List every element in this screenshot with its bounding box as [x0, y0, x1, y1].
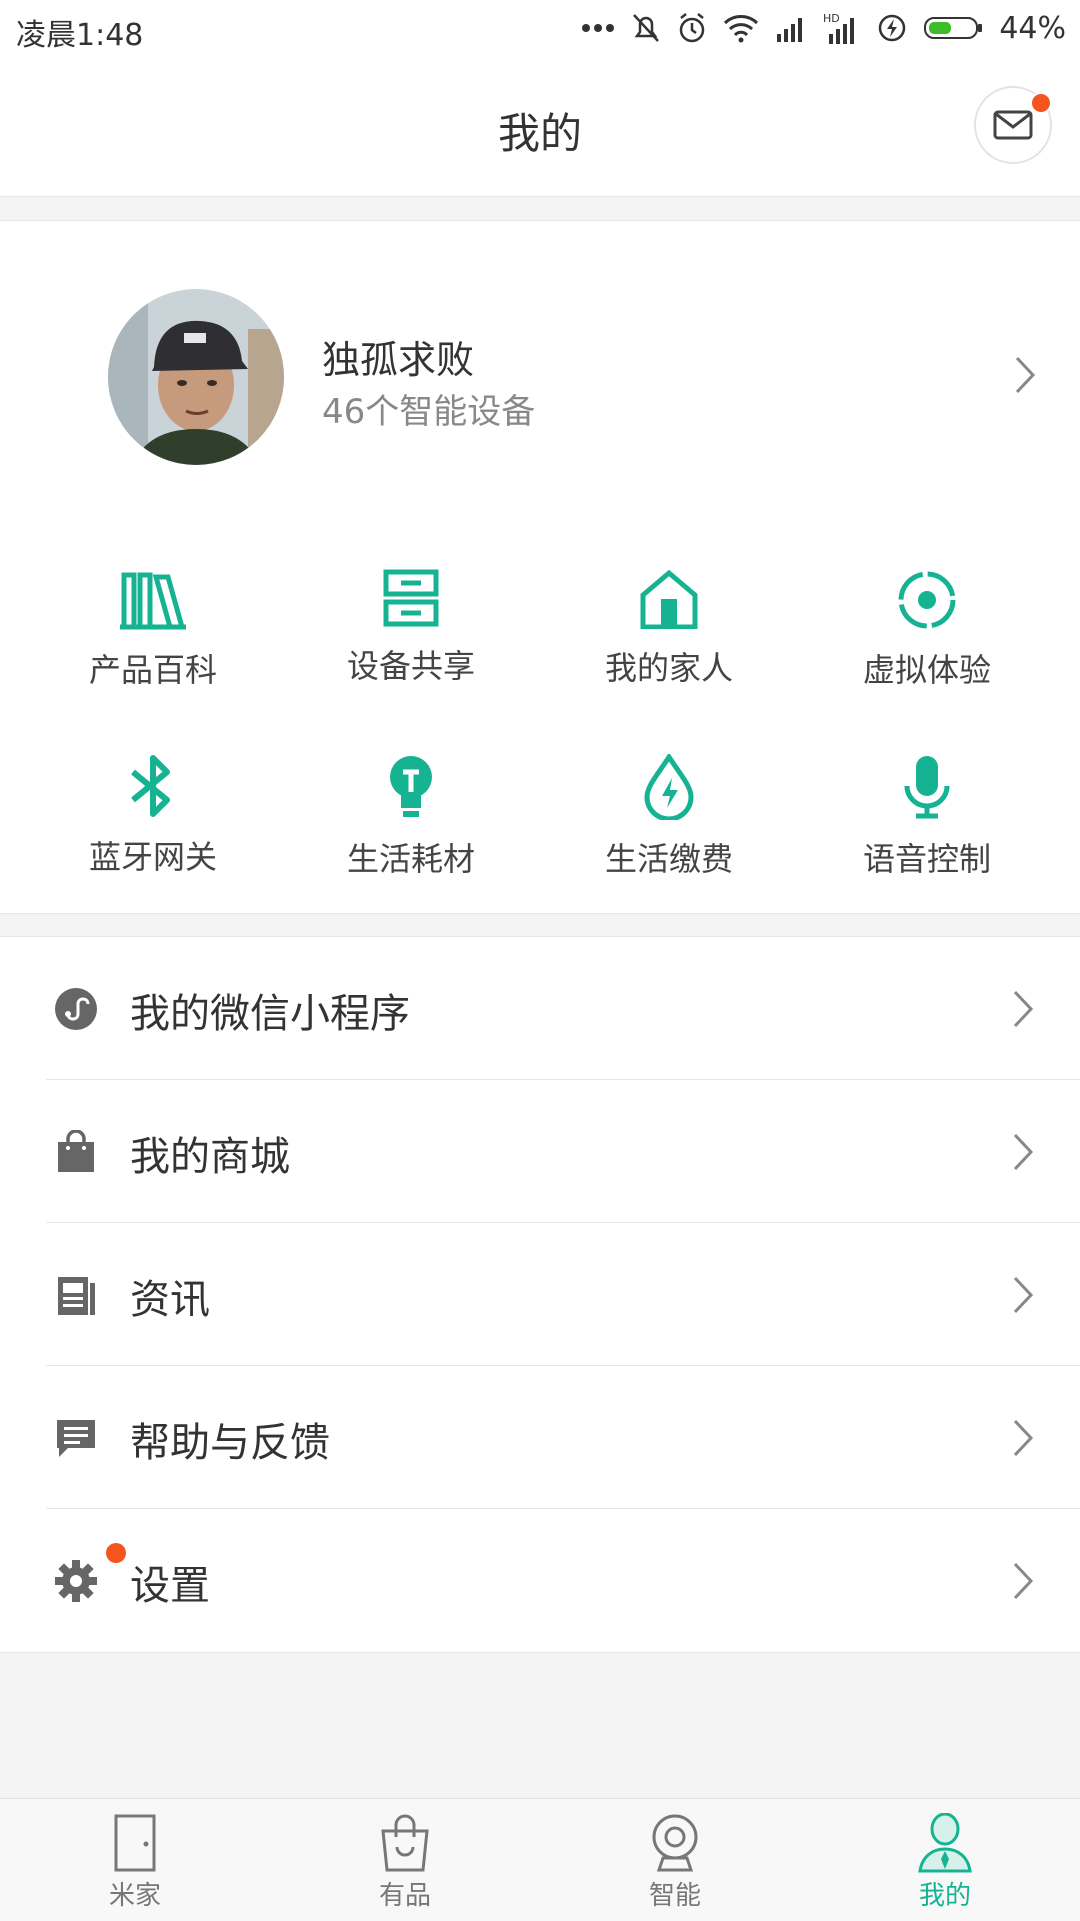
tab-label: 有品 [378, 1881, 431, 1911]
feature-grid: 产品百科 设备共享 我的家人 虚拟体验 蓝牙网关 生活耗材 生活缴费 语音控制 [0, 533, 1080, 914]
person-icon [918, 1813, 972, 1873]
tab-label: 米家 [108, 1881, 161, 1911]
menu-item-help-feedback[interactable]: 帮助与反馈 [0, 1366, 1080, 1509]
mail-icon [993, 110, 1033, 140]
tab-label: 智能 [648, 1881, 701, 1911]
camera-icon [652, 1814, 698, 1872]
status-icons: HD 44% [581, 8, 1066, 48]
notification-dot [1030, 92, 1052, 114]
target-icon [898, 571, 956, 629]
tab-smart[interactable]: 智能 [540, 1799, 810, 1921]
mic-icon [904, 756, 950, 819]
chevron-right-icon [1013, 990, 1034, 1028]
menu-item-label: 我的商城 [130, 1134, 290, 1180]
grid-item-label: 设备共享 [346, 647, 475, 685]
mini-program-icon [55, 988, 97, 1030]
avatar[interactable] [108, 289, 284, 465]
grid-item-device-share[interactable]: 设备共享 [276, 533, 546, 703]
grid-item-bluetooth-gateway[interactable]: 蓝牙网关 [18, 718, 288, 888]
messages-button[interactable] [974, 86, 1052, 164]
alarm-icon [680, 13, 705, 43]
bulb-icon [390, 756, 432, 817]
profile-card[interactable]: 独孤求败 46个智能设备 [0, 220, 1080, 534]
battery-icon [924, 17, 983, 39]
grid-item-label: 语音控制 [862, 840, 991, 878]
grid-item-virtual-experience[interactable]: 虚拟体验 [792, 533, 1062, 703]
header: 我的 [0, 58, 1080, 197]
wifi-icon [724, 15, 759, 43]
battery-percent: 44% [999, 10, 1066, 46]
drop-bolt-icon [644, 754, 694, 820]
grid-item-label: 产品百科 [88, 651, 217, 689]
chevron-right-icon [1013, 1562, 1034, 1600]
tab-mijia[interactable]: 米家 [0, 1799, 270, 1921]
status-time: 凌晨1:48 [16, 18, 144, 53]
grid-item-label: 生活缴费 [604, 840, 733, 878]
menu-item-label: 资讯 [130, 1277, 210, 1323]
svg-text:HD: HD [823, 12, 840, 25]
grid-item-label: 蓝牙网关 [88, 838, 217, 876]
house-icon [640, 569, 698, 629]
door-icon [114, 1814, 156, 1872]
grid-item-label: 生活耗材 [346, 840, 475, 878]
user-name: 独孤求败 [322, 338, 475, 382]
chevron-right-icon [1013, 1276, 1034, 1314]
chevron-right-icon [1013, 1133, 1034, 1171]
menu-item-my-mall[interactable]: 我的商城 [0, 1080, 1080, 1223]
device-count: 46个智能设备 [322, 392, 536, 432]
chevron-right-icon [1015, 356, 1036, 394]
menu-item-label: 帮助与反馈 [130, 1420, 330, 1466]
drawers-icon [383, 569, 439, 627]
bottom-nav: 米家 有品 智能 我的 [0, 1798, 1080, 1921]
menu-item-settings[interactable]: 设置 [0, 1509, 1080, 1652]
grid-item-consumables[interactable]: 生活耗材 [276, 718, 546, 888]
tab-mine[interactable]: 我的 [810, 1799, 1080, 1921]
grid-item-label: 我的家人 [604, 649, 733, 687]
page-title: 我的 [497, 109, 582, 158]
chevron-right-icon [1013, 1419, 1034, 1457]
settings-badge [106, 1543, 126, 1563]
menu-item-label: 我的微信小程序 [130, 991, 410, 1037]
bluetooth-icon [131, 755, 170, 817]
grid-item-my-family[interactable]: 我的家人 [534, 533, 804, 703]
feedback-icon [57, 1420, 95, 1457]
menu-list: 我的微信小程序 我的商城 资讯 帮助与反馈 设置 [0, 936, 1080, 1653]
grid-item-label: 虚拟体验 [862, 651, 991, 689]
tab-youpin[interactable]: 有品 [270, 1799, 540, 1921]
grid-item-voice-control[interactable]: 语音控制 [792, 718, 1062, 888]
hd-signal-icon: HD [823, 12, 855, 44]
mute-icon [633, 14, 660, 42]
charging-icon [879, 14, 906, 42]
status-bar: 凌晨1:48 HD 44% [0, 0, 1080, 58]
menu-item-news[interactable]: 资讯 [0, 1223, 1080, 1366]
signal-icon [777, 18, 803, 42]
books-icon [120, 572, 186, 630]
news-icon [58, 1277, 95, 1315]
menu-item-wechat-mini-program[interactable]: 我的微信小程序 [0, 937, 1080, 1080]
bag-icon [381, 1814, 429, 1872]
grid-item-bill-payment[interactable]: 生活缴费 [534, 718, 804, 888]
shopping-bag-icon [58, 1130, 94, 1172]
settings-gear-icon [55, 1560, 97, 1602]
menu-item-label: 设置 [130, 1563, 210, 1609]
grid-item-product-wiki[interactable]: 产品百科 [18, 533, 288, 703]
tab-label: 我的 [918, 1881, 971, 1911]
more-dots-icon [582, 24, 615, 32]
